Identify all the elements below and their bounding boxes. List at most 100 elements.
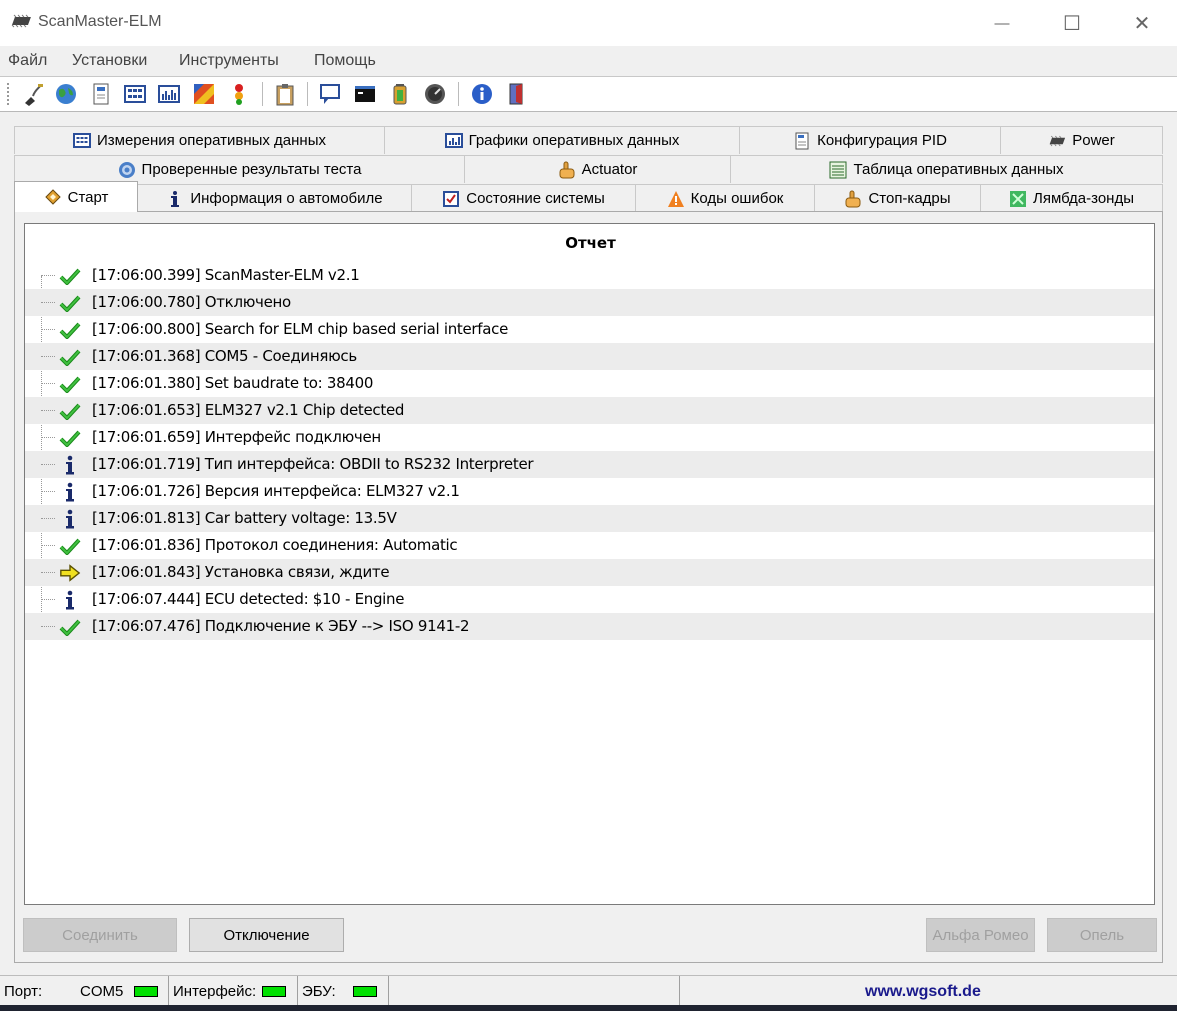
clipboard-icon[interactable] [273,82,297,106]
log-entry-text: [17:06:00.399] ScanMaster-ELM v2.1 [92,266,360,284]
table-icon [829,161,847,178]
tab-live-measurements[interactable]: Измерения оперативных данных [14,126,385,154]
grid-icon[interactable] [123,82,147,106]
battery-icon[interactable] [388,82,412,106]
tab-freeze-frames[interactable]: Стоп-кадры [814,184,981,212]
document-icon[interactable] [89,82,113,106]
tab-vehicle-info[interactable]: Информация о автомобиле [137,184,412,212]
tab-label: Конфигурация PID [817,132,947,149]
check-icon [59,617,81,637]
minimize-button[interactable]: — [967,0,1037,46]
chip-icon [11,14,31,28]
tree-connector [41,572,55,573]
list-item[interactable]: [17:06:01.813] Car battery voltage: 13.5… [25,505,1154,532]
tab-label: Стоп-кадры [868,190,951,207]
status-bar: Порт: COM5 Интерфейс: ЭБУ: www.wgsoft.de [0,975,1177,1006]
chip-icon [1049,135,1066,146]
menu-help[interactable]: Помощь [314,52,376,70]
menu-tools[interactable]: Инструменты [179,52,279,70]
list-item[interactable]: [17:06:01.726] Версия интерфейса: ELM327… [25,478,1154,505]
list-item[interactable]: [17:06:01.380] Set baudrate to: 38400 [25,370,1154,397]
tab-power[interactable]: Power [1000,126,1163,154]
tab-lambda-sensors[interactable]: Лямбда-зонды [980,184,1163,212]
report-list[interactable]: Отчет [17:06:00.399] ScanMaster-ELM v2.1… [24,223,1155,905]
log-entry-text: [17:06:01.719] Тип интерфейса: OBDII to … [92,455,534,473]
list-item[interactable]: [17:06:01.653] ELM327 v2.1 Chip detected [25,397,1154,424]
tree-connector [41,545,55,546]
tab-start[interactable]: Старт [14,181,138,212]
tab-trouble-codes[interactable]: Коды ошибок [635,184,815,212]
toolbar-grip[interactable] [7,83,12,105]
exit-door-icon[interactable] [505,82,529,106]
toolbar [0,77,1177,112]
check-icon [59,401,81,421]
tab-test-results[interactable]: Проверенные результаты теста [14,155,465,183]
list-item[interactable]: [17:06:00.399] ScanMaster-ELM v2.1 [25,262,1154,289]
list-item[interactable]: [17:06:07.444] ECU detected: $10 - Engin… [25,586,1154,613]
tree-connector [41,599,55,600]
tab-label: Проверенные результаты теста [141,161,362,178]
info-icon[interactable] [470,82,494,106]
disconnect-button[interactable]: Отключение [189,918,344,952]
close-button[interactable]: ✕ [1107,0,1177,46]
taskbar-edge [0,1005,1177,1011]
connect-button[interactable]: Соединить [23,918,177,952]
traffic-light-icon[interactable] [227,82,251,106]
menu-file[interactable]: Файл [8,52,47,70]
alfa-romeo-button[interactable]: Альфа Ромео [926,918,1035,952]
check-icon [59,320,81,340]
speedometer-icon[interactable] [423,82,447,106]
maximize-button[interactable]: ☐ [1037,0,1107,46]
list-item[interactable]: [17:06:01.836] Протокол соединения: Auto… [25,532,1154,559]
ecu-label: ЭБУ: [302,983,336,1000]
list-item[interactable]: [17:06:07.476] Подключение к ЭБУ --> ISO… [25,613,1154,640]
list-item[interactable]: [17:06:00.780] Отключено [25,289,1154,316]
port-label: Порт: [4,983,43,1000]
status-ecu-cell: ЭБУ: [298,976,389,1006]
arrow-right-icon [59,563,81,583]
globe-icon[interactable] [54,82,78,106]
checkbox-icon [443,190,460,207]
menu-bar: Файл Установки Инструменты Помощь [0,46,1177,77]
menu-settings[interactable]: Установки [72,52,147,70]
tree-connector [41,626,55,627]
grid-icon [72,132,91,148]
chat-icon[interactable] [318,82,342,106]
hand-icon [845,190,861,207]
chart-icon[interactable] [157,82,181,106]
list-item[interactable]: [17:06:01.719] Тип интерфейса: OBDII to … [25,451,1154,478]
log-entry-text: [17:06:01.726] Версия интерфейса: ELM327… [92,482,460,500]
tab-pid-config[interactable]: Конфигурация PID [739,126,1001,154]
toolbar-separator [458,82,459,106]
port-value: COM5 [80,983,124,1000]
toolbar-separator [307,82,308,106]
info-icon [59,482,81,502]
report-title: Отчет [565,234,616,252]
list-item[interactable]: [17:06:00.800] Search for ELM chip based… [25,316,1154,343]
opel-button[interactable]: Опель [1047,918,1157,952]
log-entry-text: [17:06:07.444] ECU detected: $10 - Engin… [92,590,405,608]
terminal-icon[interactable] [353,82,377,106]
tab-live-graphs[interactable]: Графики оперативных данных [384,126,740,154]
status-empty-cell [389,976,680,1006]
website-link[interactable]: www.wgsoft.de [865,983,981,1001]
tab-live-table[interactable]: Таблица оперативных данных [730,155,1163,183]
tree-connector [41,275,55,276]
connect-plug-icon[interactable] [21,82,45,106]
tab-actuator[interactable]: Actuator [464,155,731,183]
list-item[interactable]: [17:06:01.843] Установка связи, ждите [25,559,1154,586]
ecu-status-led [353,986,377,997]
log-entry-text: [17:06:01.653] ELM327 v2.1 Chip detected [92,401,405,419]
interface-label: Интерфейс: [173,983,257,1000]
list-item[interactable]: [17:06:01.368] COM5 - Соединяюсь [25,343,1154,370]
list-item[interactable]: [17:06:01.659] Интерфейс подключен [25,424,1154,451]
pattern-icon[interactable] [192,82,216,106]
tab-label: Power [1072,132,1115,149]
log-entry-text: [17:06:00.800] Search for ELM chip based… [92,320,509,338]
log-entry-text: [17:06:01.836] Протокол соединения: Auto… [92,536,458,554]
start-icon [44,189,61,205]
log-entry-text: [17:06:01.813] Car battery voltage: 13.5… [92,509,397,527]
tree-connector [41,437,55,438]
tab-system-status[interactable]: Состояние системы [411,184,636,212]
tab-label: Измерения оперативных данных [96,132,326,149]
